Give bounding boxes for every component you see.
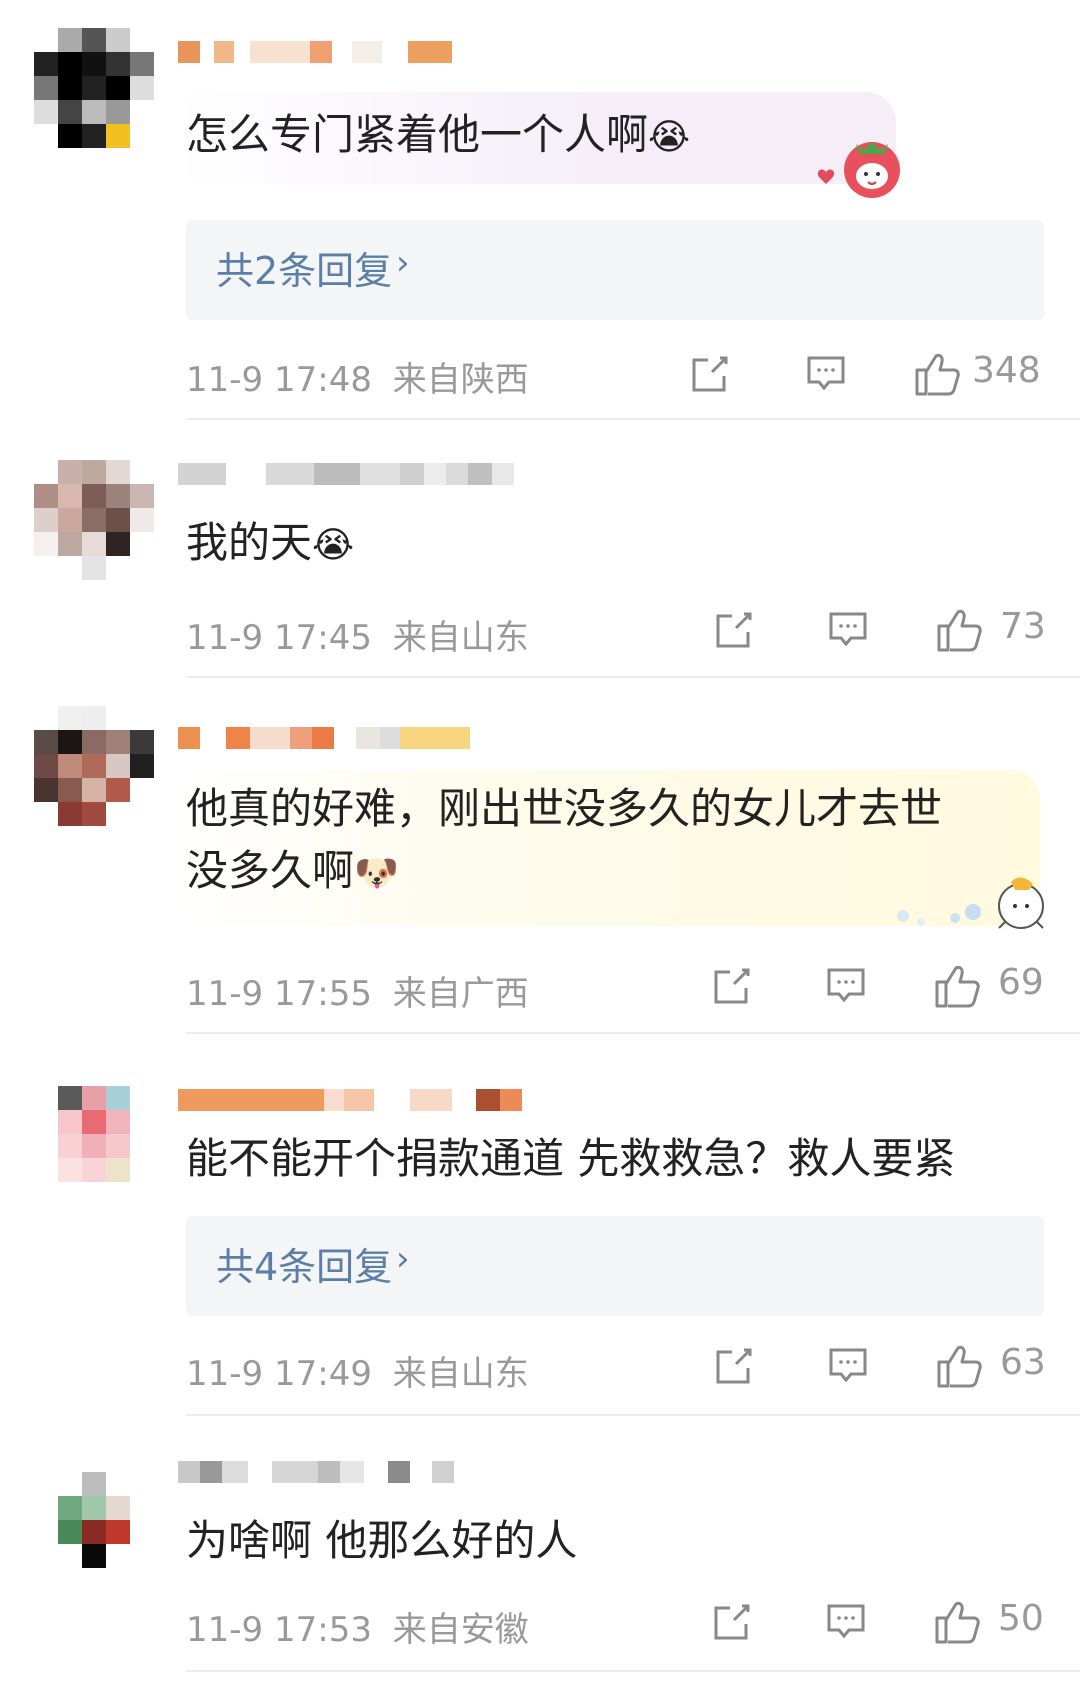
bubble-mascot-sticker-icon bbox=[897, 877, 1044, 929]
avatar[interactable] bbox=[34, 28, 154, 148]
username-blurred[interactable] bbox=[178, 1088, 522, 1112]
comment-divider bbox=[186, 1032, 1080, 1034]
comment-icon[interactable] bbox=[828, 610, 868, 650]
dog-emoji-icon: 🐶 bbox=[354, 852, 399, 894]
comment-location: 来自陕西 bbox=[392, 360, 529, 400]
comment-location: 来自山东 bbox=[392, 1354, 529, 1394]
comment-meta: 11-9 17:45 来自山东 bbox=[186, 610, 529, 659]
comment-actions: 348 bbox=[686, 350, 1056, 398]
comment-divider bbox=[186, 676, 1080, 678]
chevron-right-icon: › bbox=[396, 243, 410, 283]
avatar[interactable] bbox=[34, 1448, 154, 1568]
comment-icon[interactable] bbox=[806, 354, 846, 394]
chevron-right-icon: › bbox=[396, 1239, 410, 1279]
share-icon[interactable] bbox=[714, 610, 754, 650]
share-icon[interactable] bbox=[712, 966, 752, 1006]
comment-divider bbox=[186, 418, 1080, 420]
comment-text: 能不能开个捐款通道 先救救急？救人要紧 bbox=[186, 1134, 956, 1183]
comment-actions: 50 bbox=[708, 1598, 1078, 1646]
thumbs-up-icon[interactable] bbox=[936, 1344, 982, 1388]
comment-time: 11-9 17:48 bbox=[186, 360, 372, 400]
like-count: 50 bbox=[998, 1598, 1044, 1639]
crying-emoji-icon: 😭 bbox=[312, 524, 355, 566]
comment-text: 为啥啊 他那么好的人 bbox=[186, 1516, 578, 1565]
strawberry-sticker-icon bbox=[817, 142, 900, 198]
comment-time: 11-9 17:49 bbox=[186, 1354, 372, 1394]
like-count: 69 bbox=[998, 962, 1044, 1003]
comment-actions: 63 bbox=[710, 1342, 1080, 1390]
avatar[interactable] bbox=[34, 1062, 154, 1182]
crying-emoji-icon: 😭 bbox=[648, 116, 691, 158]
comment-text: 怎么专门紧着他一个人啊😭 bbox=[186, 104, 690, 169]
comment-meta: 11-9 17:49 来自山东 bbox=[186, 1346, 529, 1395]
comment-divider bbox=[186, 1414, 1080, 1416]
comment-text: 他真的好难，刚出世没多久的女儿才去世 没多久啊🐶 bbox=[186, 778, 942, 905]
comment-icon[interactable] bbox=[826, 1602, 866, 1642]
like-count: 63 bbox=[1000, 1342, 1046, 1383]
share-icon[interactable] bbox=[690, 354, 730, 394]
share-icon[interactable] bbox=[712, 1602, 752, 1642]
replies-count-label: 共4条回复 bbox=[216, 1245, 393, 1289]
comment-time: 11-9 17:45 bbox=[186, 618, 372, 658]
comment-time: 11-9 17:53 bbox=[186, 1610, 372, 1650]
avatar[interactable] bbox=[34, 460, 154, 580]
username-blurred[interactable] bbox=[178, 1460, 454, 1484]
thumbs-up-icon[interactable] bbox=[934, 964, 980, 1008]
thumbs-up-icon[interactable] bbox=[936, 608, 982, 652]
username-blurred[interactable] bbox=[178, 462, 514, 486]
comment-meta: 11-9 17:48 来自陕西 bbox=[186, 352, 529, 401]
comment-location: 来自山东 bbox=[392, 618, 529, 658]
like-count: 73 bbox=[1000, 606, 1046, 647]
like-count: 348 bbox=[972, 350, 1041, 391]
comment-icon[interactable] bbox=[828, 1346, 868, 1386]
comment-icon[interactable] bbox=[826, 966, 866, 1006]
comment-location: 来自安徽 bbox=[392, 1610, 529, 1650]
comment-meta: 11-9 17:53 来自安徽 bbox=[186, 1602, 529, 1651]
view-replies-button[interactable]: 共2条回复 › bbox=[186, 220, 1044, 320]
comment-actions: 69 bbox=[708, 962, 1078, 1010]
comment-actions: 73 bbox=[710, 606, 1080, 654]
comment-text: 我的天😭 bbox=[186, 512, 354, 577]
comment-time: 11-9 17:55 bbox=[186, 974, 372, 1014]
view-replies-button[interactable]: 共4条回复 › bbox=[186, 1216, 1044, 1316]
avatar[interactable] bbox=[34, 706, 154, 826]
comment-location: 来自广西 bbox=[392, 974, 529, 1014]
share-icon[interactable] bbox=[714, 1346, 754, 1386]
username-blurred[interactable] bbox=[178, 40, 452, 64]
comment-meta: 11-9 17:55 来自广西 bbox=[186, 966, 529, 1015]
thumbs-up-icon[interactable] bbox=[934, 1600, 980, 1644]
thumbs-up-icon[interactable] bbox=[914, 352, 960, 396]
replies-count-label: 共2条回复 bbox=[216, 249, 393, 293]
username-blurred[interactable] bbox=[178, 726, 470, 750]
comment-divider bbox=[186, 1670, 1080, 1672]
